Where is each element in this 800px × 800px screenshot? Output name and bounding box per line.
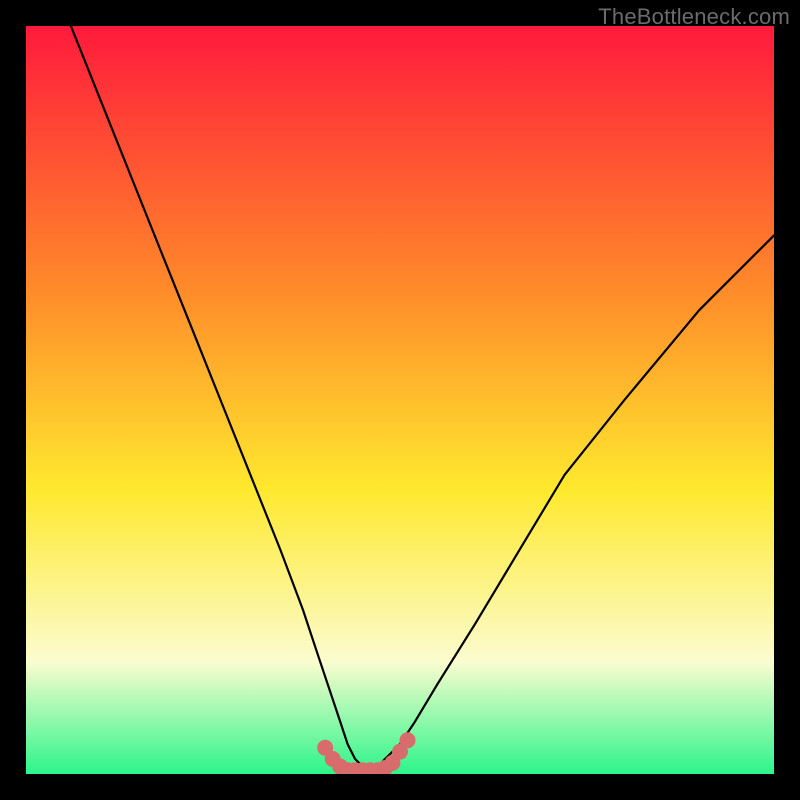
marker-dot: [400, 732, 416, 748]
gradient-background: [26, 26, 774, 774]
chart-svg: [26, 26, 774, 774]
chart-frame: TheBottleneck.com: [0, 0, 800, 800]
watermark-text: TheBottleneck.com: [598, 4, 790, 30]
plot-area: [26, 26, 774, 774]
